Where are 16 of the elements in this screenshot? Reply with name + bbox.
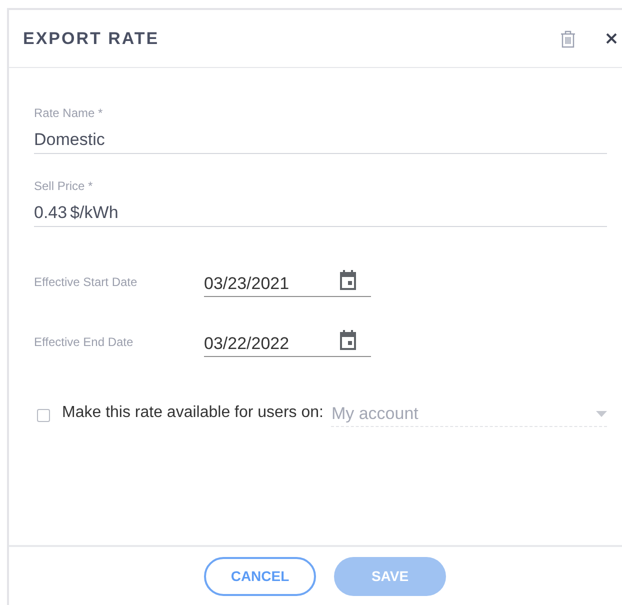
field-label: Effective End Date xyxy=(34,334,134,351)
trash-icon xyxy=(560,30,576,48)
checkbox-label: Make this rate available for users on: xyxy=(62,403,324,423)
calendar-icon xyxy=(339,330,357,350)
text-field[interactable]: Domestic xyxy=(34,121,607,154)
date-field[interactable]: 03/22/2022 xyxy=(204,330,371,357)
date-field[interactable]: 03/23/2021 xyxy=(204,270,371,297)
text-field[interactable]: 0.43 $/kWh xyxy=(34,194,607,227)
close-icon xyxy=(606,33,616,44)
calendar-icon xyxy=(339,270,357,290)
checkbox[interactable] xyxy=(37,409,50,422)
field-label: Sell Price * xyxy=(34,178,94,194)
dialog-title: EXPORT RATE xyxy=(23,28,160,50)
field-label: Effective Start Date xyxy=(34,274,138,291)
dropdown-icon xyxy=(596,410,607,416)
field-label: Rate Name * xyxy=(34,105,104,121)
